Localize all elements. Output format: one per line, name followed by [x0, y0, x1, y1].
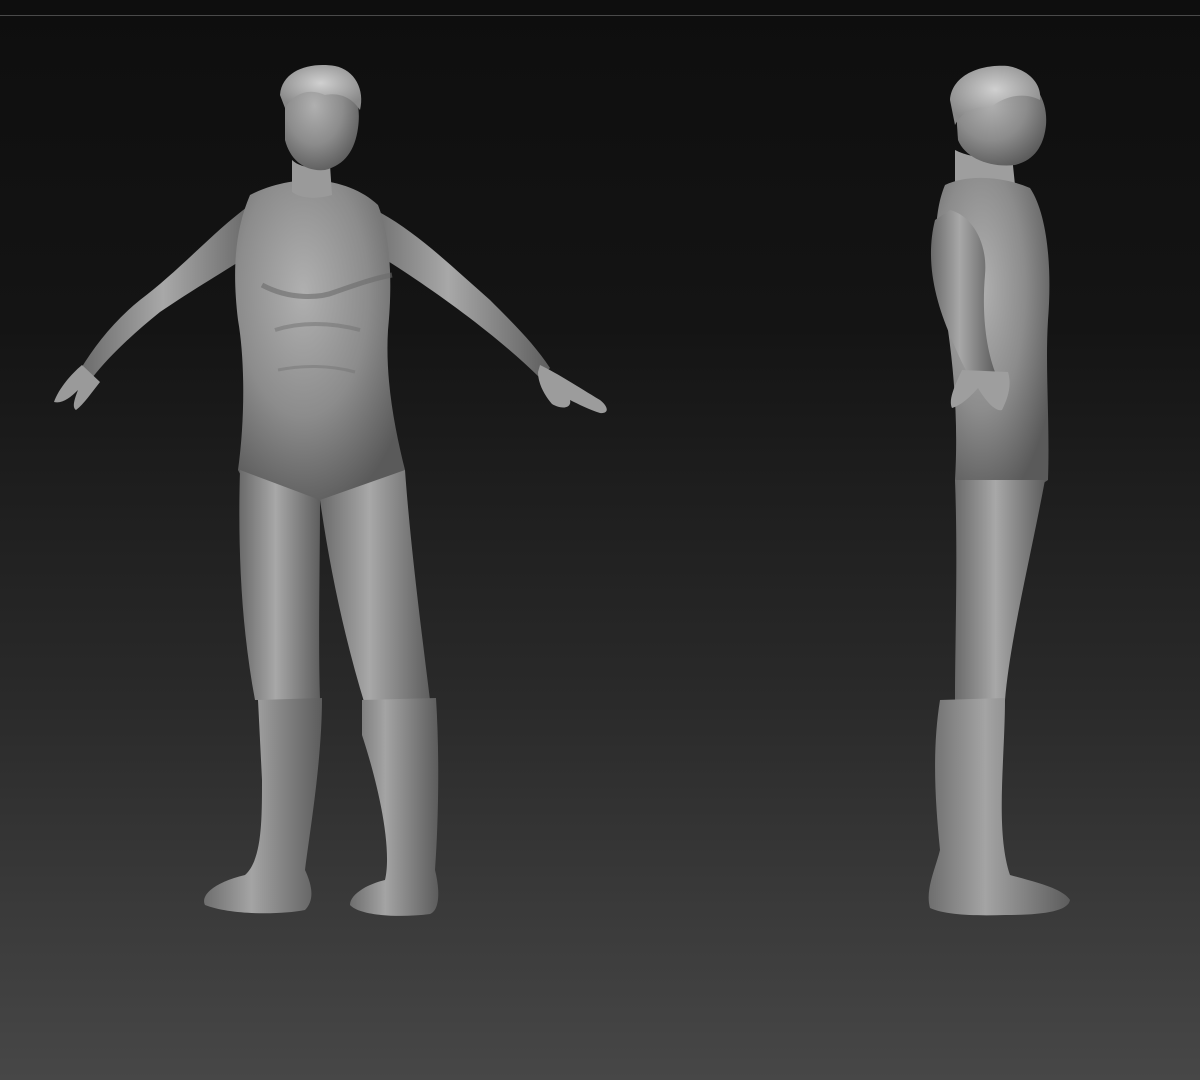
three-quarter-front-figure	[54, 65, 607, 916]
side-profile-figure	[928, 65, 1070, 916]
side-leg	[955, 480, 1045, 700]
front-right-leg	[320, 470, 430, 705]
front-right-boot	[350, 698, 439, 916]
front-right-hand	[538, 365, 607, 414]
side-boot	[928, 698, 1070, 916]
front-torso	[235, 180, 405, 502]
front-left-leg	[239, 470, 320, 700]
model-canvas	[54, 65, 1070, 916]
sculpt-viewport[interactable]	[0, 0, 1200, 1080]
front-left-boot	[204, 698, 322, 914]
front-right-arm	[365, 205, 550, 378]
